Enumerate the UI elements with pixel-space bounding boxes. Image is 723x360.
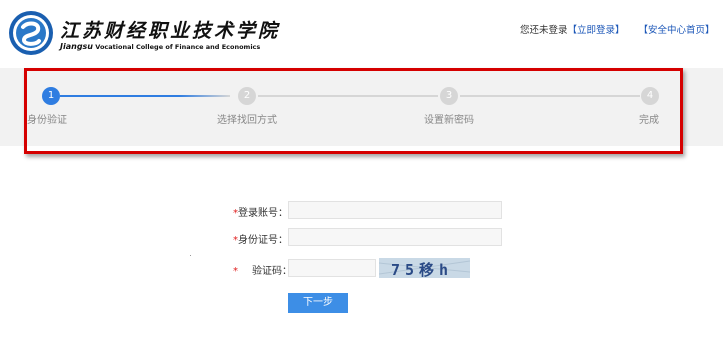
college-name-cn: 江苏财经职业技术学院 [60,20,281,42]
captcha-label: * 验证码： [233,262,292,277]
next-step-button[interactable]: 下一步 [288,293,348,313]
top-links: 您还未登录【立即登录】 【安全中心首页】 [520,22,715,36]
id-number-input[interactable] [288,228,502,246]
captcha-label-text: 验证码： [252,266,292,277]
required-mark: * [233,266,238,277]
college-name-en: Jiangsu Vocational College of Finance an… [60,42,260,51]
captcha-image[interactable]: 75移h [379,258,470,278]
captcha-input[interactable] [288,259,376,277]
steps-highlight-box [24,68,683,154]
account-label-text: 登录账号： [238,208,288,219]
college-name-en-rest: Vocational College of Finance and Econom… [95,43,261,51]
id-label-text: 身份证号： [238,235,288,246]
page: 江苏财经职业技术学院 Jiangsu Vocational College of… [0,0,723,360]
id-label: *身份证号： [233,231,288,246]
account-label: *登录账号： [233,204,288,219]
captcha-text: 75移h [391,261,454,278]
account-input[interactable] [288,201,502,219]
login-link[interactable]: 【立即登录】 [568,25,625,36]
security-home-link[interactable]: 【安全中心首页】 [639,25,715,36]
college-logo [9,11,53,55]
not-logged-in-text: 您还未登录 [520,25,568,36]
college-name-en-lead: Jiangsu [60,42,93,51]
stray-dot [190,255,191,256]
